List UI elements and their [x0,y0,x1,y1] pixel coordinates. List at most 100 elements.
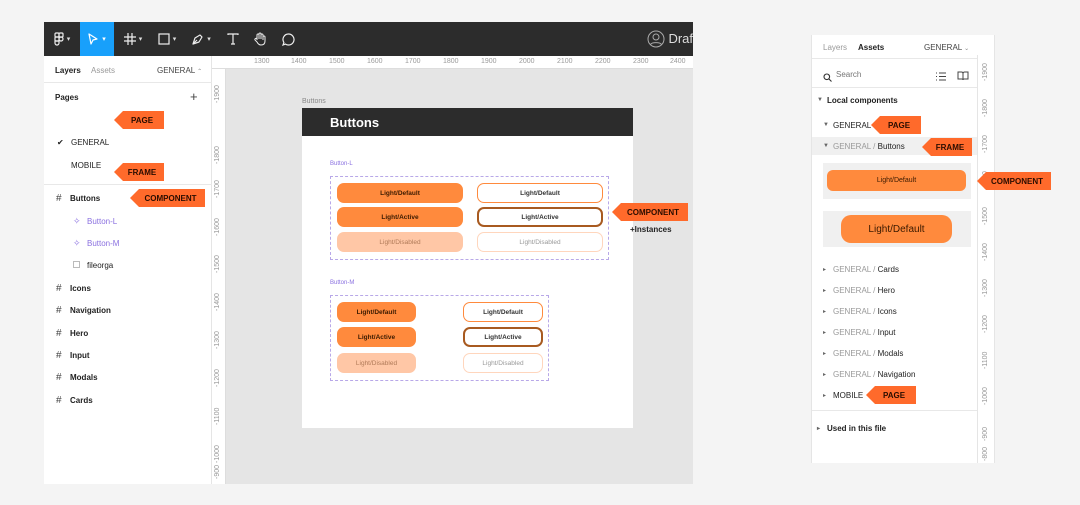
add-page-icon[interactable]: + [190,89,198,104]
layer-frame-navigation[interactable]: # Navigation [44,301,212,319]
layer-frame-icons[interactable]: # Icons [44,279,212,297]
ruler-tick: -1100 [214,407,221,425]
component-set-button-l[interactable]: Light/Default Light/Active Light/Disable… [330,176,609,260]
tab-layers[interactable]: Layers [55,66,81,75]
ruler-tick: -1400 [214,293,221,311]
frame-label[interactable]: Buttons [302,98,326,105]
layer-component-button-l[interactable]: ✧ Button-L [44,212,212,230]
group-general-icons[interactable]: ▸ GENERAL / Icons [812,302,977,320]
canvas[interactable]: 1300 1400 1500 1600 1700 1800 1900 2000 … [212,56,693,484]
horizontal-ruler: 1300 1400 1500 1600 1700 1800 1900 2000 … [212,56,693,69]
frame-title: Buttons [330,114,380,130]
button-m-default-outline[interactable]: Light/Default [463,302,543,322]
group-prefix: GENERAL / [833,306,876,316]
move-tool-button[interactable]: ▾ [80,22,114,56]
button-l-disabled-outline[interactable]: Light/Disabled [477,232,603,252]
layer-frame-cards[interactable]: # Cards [44,391,212,409]
local-components-section[interactable]: ▼ Local components [812,91,977,109]
group-general-navigation[interactable]: ▸ GENERAL / Navigation [812,365,977,383]
button-l-default-filled[interactable]: Light/Default [337,183,463,203]
component-label-button-m: Button-M [330,280,355,286]
tag-label: PAGE [130,115,154,125]
ruler-tick: 1700 [405,58,421,65]
ruler-tick: 1800 [443,58,459,65]
group-prefix: GENERAL / [833,369,876,379]
group-general-modals[interactable]: ▸ GENERAL / Modals [812,344,977,362]
draft-label: Draf [668,31,693,46]
button-l-active-outline[interactable]: Light/Active [477,207,603,227]
button-m-default-filled[interactable]: Light/Default [337,302,416,322]
ruler-tick: 1300 [254,58,270,65]
group-prefix: GENERAL / [833,264,876,274]
comment-tool-button[interactable] [274,22,302,56]
button-l-active-filled[interactable]: Light/Active [337,207,463,227]
layer-frame-modals[interactable]: # Modals [44,368,212,386]
component-label-button-l: Button-L [330,161,353,167]
tab-assets[interactable]: Assets [858,43,884,52]
ruler-tick: -1600 [214,218,221,236]
page-item-general[interactable]: ✔ GENERAL [44,133,212,151]
asset-preview-button-l[interactable]: Light/Default [823,163,971,199]
frame-hash-icon: # [56,282,62,294]
pen-icon [192,33,203,45]
button-l-disabled-filled[interactable]: Light/Disabled [337,232,463,252]
tag-page-left: PAGE [114,111,164,129]
group-label: Navigation [877,369,916,379]
caret-right-icon: ▸ [823,266,827,273]
tab-assets[interactable]: Assets [91,66,115,75]
frame-hash-icon [123,33,136,45]
text-tool-button[interactable] [220,22,246,56]
preview-button: Light/Default [841,215,952,243]
tab-layers[interactable]: Layers [823,43,847,52]
page-selector-label: GENERAL [157,66,195,75]
button-label: Light/Disabled [519,238,561,246]
layer-frame-input[interactable]: # Input [44,346,212,364]
hand-icon [253,32,265,46]
hand-tool-button[interactable] [246,22,274,56]
buttons-frame[interactable]: Buttons Button-L Light/Default Light/Act… [302,108,633,428]
button-label: Light/Disabled [482,359,524,367]
component-set-button-m[interactable]: Light/Default Light/Active Light/Disable… [330,295,549,381]
ruler-tick: 1900 [481,58,497,65]
search-icon [823,69,832,87]
button-m-active-filled[interactable]: Light/Active [337,327,416,347]
component-icon: ✧ [73,215,81,226]
chevron-down-icon: ▾ [138,36,143,43]
frame-hash-icon: # [56,327,62,339]
library-book-icon[interactable] [957,68,969,86]
search-input[interactable] [836,67,916,81]
button-m-active-outline[interactable]: Light/Active [463,327,543,347]
component-icon: ✧ [73,237,81,248]
tag-label: FRAME [935,142,965,152]
chevron-down-icon: ⌄ [964,46,970,52]
button-l-default-outline[interactable]: Light/Default [477,183,603,203]
button-m-disabled-outline[interactable]: Light/Disabled [463,353,543,373]
frame-tool-button[interactable]: ▾ [118,22,148,56]
button-m-disabled-filled[interactable]: Light/Disabled [337,353,416,373]
ruler-tick: -1700 [982,135,989,153]
group-general-input[interactable]: ▸ GENERAL / Input [812,323,977,341]
list-view-icon[interactable] [936,68,946,86]
pen-tool-button[interactable]: ▾ [186,22,216,56]
layer-frame-hero[interactable]: # Hero [44,324,212,342]
user-avatar-button[interactable] [646,22,666,56]
group-general-cards[interactable]: ▸ GENERAL / Cards [812,260,977,278]
asset-preview-button-m[interactable]: Light/Default [823,211,971,247]
page-selector[interactable]: GENERAL ⌃ [157,66,202,75]
used-in-file-section[interactable]: ▸ Used in this file [812,419,977,437]
caret-down-icon: ▼ [823,143,829,149]
button-label: Light/Active [381,213,419,221]
group-general-hero[interactable]: ▸ GENERAL / Hero [812,281,977,299]
figma-window: ▾ ▾ ▾ ▾ ▾ Draf Layers Assets GENERAL ⌃ P… [44,22,693,484]
shape-tool-button[interactable]: ▾ [152,22,182,56]
ruler-tick: 2000 [519,58,535,65]
right-vertical-ruler: -1900 -1800 -1700 -1600 -1500 -1400 -130… [977,55,994,463]
layer-rectangle-fileorga[interactable]: fileorga [44,256,212,274]
main-menu-button[interactable]: ▾ [44,22,80,56]
layer-component-button-m[interactable]: ✧ Button-M [44,234,212,252]
group-label: Modals [877,348,904,358]
ruler-tick: -1900 [982,63,989,81]
page-selector[interactable]: GENERAL ⌄ [924,43,969,52]
group-label: Icons [877,306,897,316]
layer-label: Navigation [70,305,111,315]
